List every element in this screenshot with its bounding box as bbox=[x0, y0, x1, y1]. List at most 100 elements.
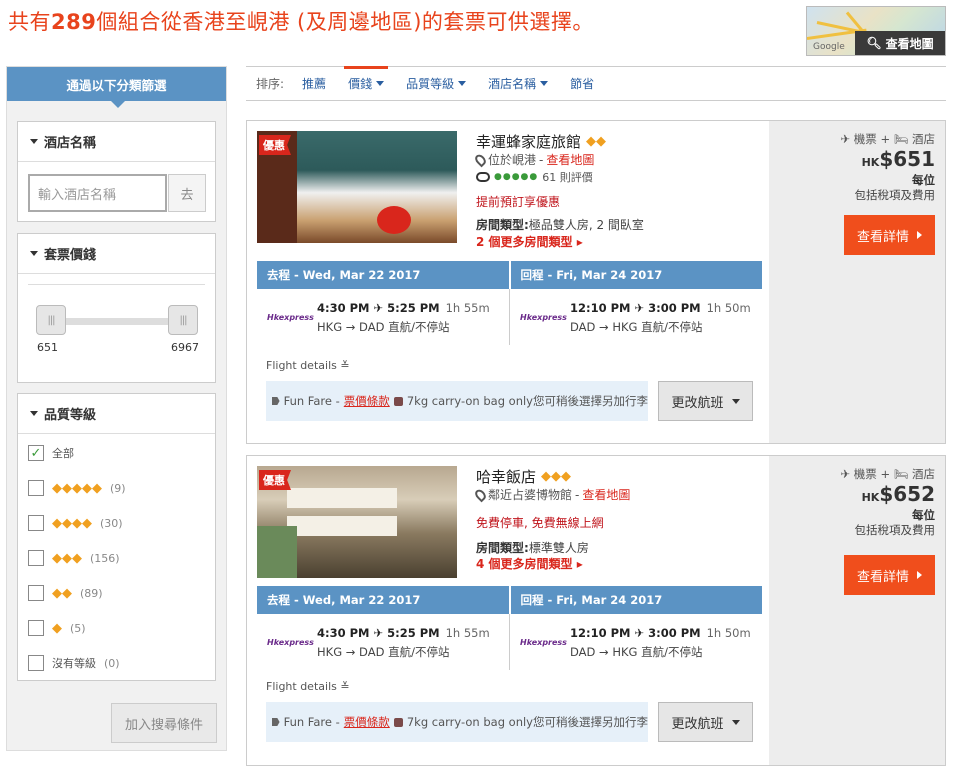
sort-hotel-name[interactable]: 酒店名稱 bbox=[488, 67, 549, 100]
fare-terms-link[interactable]: 票價條款 bbox=[344, 714, 390, 730]
sort-quality[interactable]: 品質等級 bbox=[406, 67, 467, 100]
location-text: 鄰近占婆博物館 bbox=[488, 488, 573, 502]
chevron-right-icon bbox=[917, 571, 922, 579]
quality-option-2[interactable]: ◆◆ (89) bbox=[28, 583, 103, 603]
hotel-name[interactable]: 幸運蜂家庭旅館 ◆◆ bbox=[476, 131, 606, 152]
map-thumbnail[interactable]: Google 🔍︎ 查看地圖 bbox=[806, 6, 946, 56]
caret-down-icon bbox=[30, 139, 38, 144]
quality-option-4[interactable]: ◆◆◆◆ (30) bbox=[28, 513, 123, 533]
quality-count: (30) bbox=[100, 516, 123, 530]
chevron-right-icon bbox=[917, 231, 922, 239]
checkbox[interactable] bbox=[28, 515, 44, 531]
hotel-name[interactable]: 哈幸飯店 ◆◆◆ bbox=[476, 466, 571, 487]
hotel-photo[interactable]: 優惠 bbox=[257, 466, 457, 578]
hotel-name-go-button[interactable]: 去 bbox=[168, 174, 206, 212]
view-details-button[interactable]: 查看詳情 bbox=[844, 555, 935, 595]
review-count: 61 則評價 bbox=[542, 171, 593, 184]
price-min-handle[interactable]: ||| bbox=[36, 305, 66, 335]
fare-info: Fun Fare - 票價條款 7kg carry-on bag only您可稍… bbox=[266, 381, 648, 421]
hotel-name-text: 哈幸飯店 bbox=[476, 468, 537, 486]
view-map-button[interactable]: 🔍︎ 查看地圖 bbox=[855, 31, 945, 55]
hotel-location: 位於峴港 - 查看地圖 bbox=[473, 151, 594, 168]
result-card: 優惠 幸運蜂家庭旅館 ◆◆ 位於峴港 - 查看地圖 ●●●●● 61 則評價 提… bbox=[246, 120, 946, 444]
checkbox-checked[interactable]: ✓ bbox=[28, 445, 44, 461]
quality-option-3[interactable]: ◆◆◆ (156) bbox=[28, 548, 120, 568]
diamond-rating-icon: ◆ bbox=[52, 620, 62, 636]
checkbox[interactable] bbox=[28, 655, 44, 671]
airline-logo-text: express bbox=[278, 313, 314, 322]
quality-option-none[interactable]: 沒有等級 (0) bbox=[28, 653, 120, 673]
tripadvisor-rating[interactable]: ●●●●● 61 則評價 bbox=[476, 169, 593, 185]
sort-recommended[interactable]: 推薦 bbox=[302, 67, 326, 100]
view-map-link[interactable]: 查看地圖 bbox=[546, 151, 594, 168]
more-room-types-link[interactable]: 2 個更多房間類型 ▸ bbox=[476, 233, 583, 250]
checkbox[interactable] bbox=[28, 550, 44, 566]
flight-duration: 1h 50m bbox=[706, 626, 751, 640]
caret-down-icon bbox=[540, 81, 549, 86]
sort-price[interactable]: 價錢 bbox=[344, 66, 389, 100]
filter-sidebar-title: 通過以下分類篩選 bbox=[7, 67, 226, 108]
rating-circles-icon: ●●●●● bbox=[494, 172, 539, 182]
checkbox[interactable] bbox=[28, 480, 44, 496]
chevron-right-icon: ▸ bbox=[576, 235, 583, 249]
checkbox[interactable] bbox=[28, 585, 44, 601]
baggage-text: 7kg carry-on bag only您可稍後選擇另加行李 bbox=[406, 394, 648, 408]
quality-filter-header[interactable]: 品質等級 bbox=[18, 394, 215, 434]
add-search-criteria-button[interactable]: 加入搜尋條件 bbox=[111, 703, 217, 743]
airline-logo-text: Hk bbox=[520, 313, 532, 322]
flight-route: DAD → HKG 直航/不停站 bbox=[570, 320, 703, 334]
room-type: 房間類型:標準雙人房 bbox=[476, 539, 589, 556]
change-flight-button[interactable]: 更改航班 bbox=[658, 702, 753, 742]
return-label: 回程 - Fri, Mar 24 2017 bbox=[520, 268, 663, 282]
tripadvisor-owl-icon bbox=[476, 172, 490, 182]
quality-count: (5) bbox=[70, 621, 86, 635]
room-type: 房間類型:極品雙人房, 2 間臥室 bbox=[476, 216, 644, 233]
return-label: 回程 - Fri, Mar 24 2017 bbox=[520, 593, 663, 607]
more-room-types-link[interactable]: 4 個更多房間類型 ▸ bbox=[476, 555, 583, 572]
view-details-button[interactable]: 查看詳情 bbox=[844, 215, 935, 255]
sort-savings[interactable]: 節省 bbox=[570, 67, 594, 100]
quality-count: (0) bbox=[104, 656, 120, 670]
quality-option-1[interactable]: ◆ (5) bbox=[28, 618, 86, 638]
quality-option-all[interactable]: ✓ 全部 bbox=[28, 443, 74, 463]
promo-badge: 優惠 bbox=[259, 470, 291, 490]
flight-duration: 1h 55m bbox=[445, 301, 490, 315]
hotel-name-text: 幸運蜂家庭旅館 bbox=[476, 133, 582, 151]
hotel-name-filter: 酒店名稱 輸入酒店名稱 去 bbox=[17, 121, 216, 222]
caret-down-icon bbox=[731, 719, 740, 725]
airline-logo-text: Hk bbox=[267, 313, 279, 322]
outbound-flight: Hkexpress 4:30 PM ✈ 5:25 PM 1h 55m HKG → … bbox=[257, 289, 509, 345]
flight-details-toggle[interactable]: Flight details ≚ bbox=[266, 680, 350, 693]
hotel-name-input[interactable]: 輸入酒店名稱 bbox=[28, 174, 167, 212]
diamond-rating-icon: ◆◆◆◆◆ bbox=[52, 480, 102, 496]
change-flight-button[interactable]: 更改航班 bbox=[658, 381, 753, 421]
currency: HK bbox=[861, 491, 880, 504]
price-slider-track[interactable] bbox=[48, 318, 188, 325]
package-type: ✈ 機票 + 🛏 酒店 bbox=[840, 467, 936, 481]
price-filter-header[interactable]: 套票價錢 bbox=[18, 234, 215, 274]
price: HK$652 bbox=[862, 482, 935, 506]
return-flight: Hkexpress 12:10 PM ✈ 3:00 PM 1h 50m DAD →… bbox=[510, 614, 762, 670]
filter-sidebar: 通過以下分類篩選 酒店名稱 輸入酒店名稱 去 套票價錢 ||| ||| 651 … bbox=[6, 66, 227, 751]
per-person: 每位 bbox=[912, 508, 935, 522]
room-type-value: 標準雙人房 bbox=[528, 541, 589, 555]
price-max-handle[interactable]: ||| bbox=[168, 305, 198, 335]
quality-count: (156) bbox=[90, 551, 120, 565]
flight-details-toggle[interactable]: Flight details ≚ bbox=[266, 359, 350, 372]
quality-option-5[interactable]: ◆◆◆◆◆ (9) bbox=[28, 478, 126, 498]
change-flight-label: 更改航班 bbox=[671, 395, 724, 411]
airline-logo-text: express bbox=[531, 313, 567, 322]
view-map-link[interactable]: 查看地圖 bbox=[582, 486, 630, 503]
hotel-name-filter-header[interactable]: 酒店名稱 bbox=[18, 122, 215, 162]
caret-down-icon bbox=[376, 81, 385, 86]
airline-logo-text: express bbox=[531, 638, 567, 647]
outbound-label: 去程 - Wed, Mar 22 2017 bbox=[257, 261, 511, 289]
package-type: ✈ 機票 + 🛏 酒店 bbox=[840, 132, 936, 146]
airline-logo-text: Hk bbox=[520, 638, 532, 647]
hotel-name-filter-title: 酒店名稱 bbox=[44, 136, 97, 151]
hotel-photo[interactable]: 優惠 bbox=[257, 131, 457, 243]
checkbox[interactable] bbox=[28, 620, 44, 636]
quality-filter: 品質等級 ✓ 全部 ◆◆◆◆◆ (9) ◆◆◆◆ (30) ◆◆◆ (156) … bbox=[17, 393, 216, 681]
fare-terms-link[interactable]: 票價條款 bbox=[344, 393, 390, 409]
flight-duration: 1h 50m bbox=[706, 301, 751, 315]
